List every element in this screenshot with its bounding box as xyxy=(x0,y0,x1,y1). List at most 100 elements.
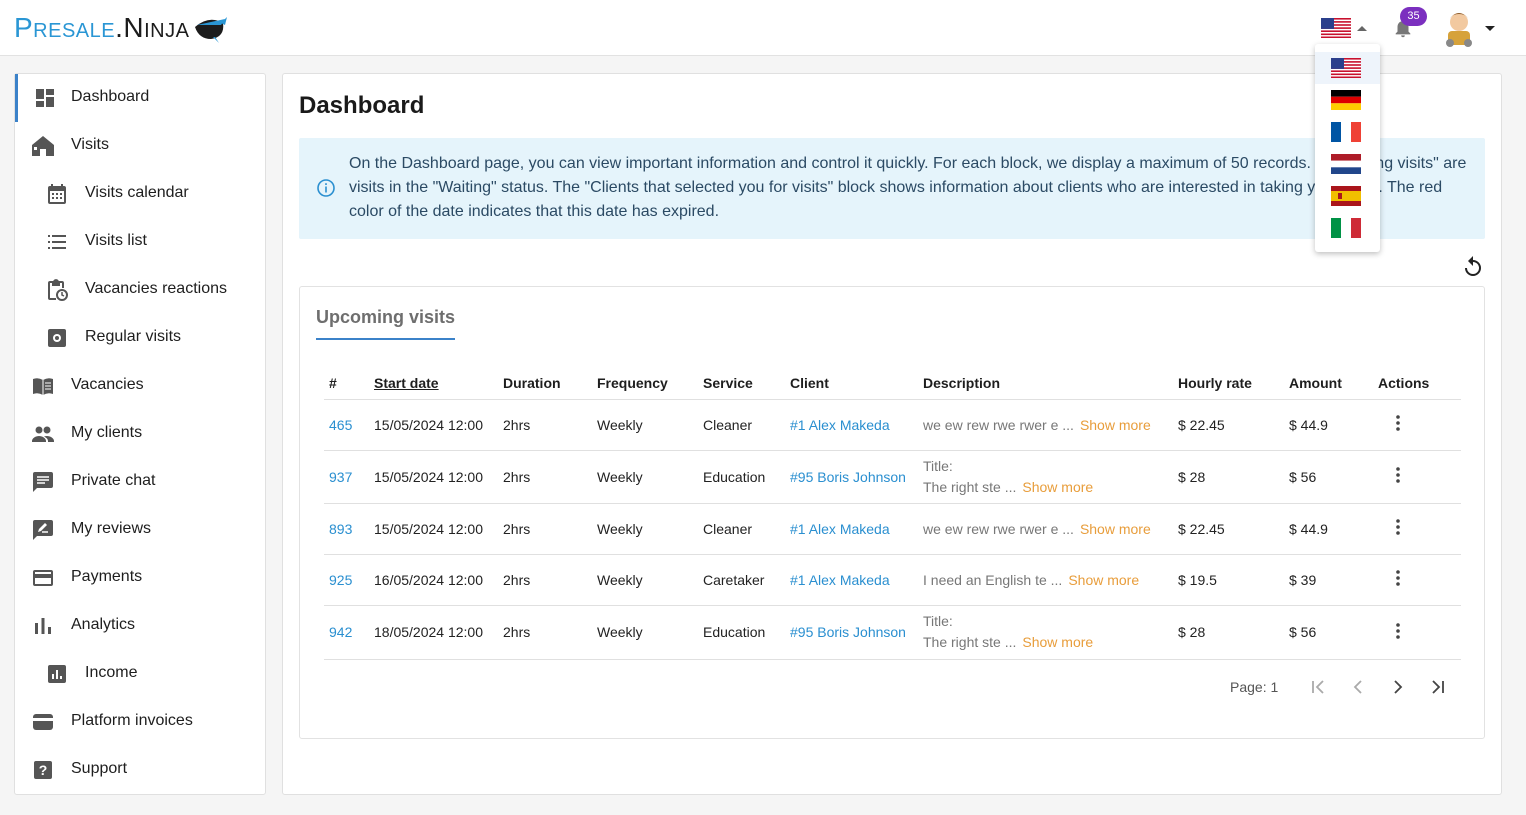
hourly-rate-cell: $ 28 xyxy=(1173,450,1284,504)
client-link[interactable]: #1 Alex Makeda xyxy=(785,503,918,555)
list-icon xyxy=(48,235,66,249)
amount-cell: $ 56 xyxy=(1284,450,1373,504)
start-date-cell: 16/05/2024 12:00 xyxy=(369,554,498,606)
previous-page-icon[interactable] xyxy=(1348,677,1368,697)
sidebar-item-visits-calendar[interactable]: Visits calendar xyxy=(15,170,265,218)
visit-id-link[interactable]: 465 xyxy=(324,399,369,451)
hourly-rate-cell: $ 22.45 xyxy=(1173,399,1284,451)
sidebar-item-label: Vacancies reactions xyxy=(85,280,227,297)
refresh-icon[interactable] xyxy=(1461,255,1485,279)
book-icon xyxy=(33,378,53,395)
duration-cell: 2hrs xyxy=(498,399,592,451)
table-header-row: # Start date Duration Frequency Service … xyxy=(324,367,1461,400)
bar-chart-icon xyxy=(35,618,51,634)
clipboard-clock-icon xyxy=(48,279,68,301)
language-option-de[interactable] xyxy=(1315,84,1380,116)
us-flag-icon xyxy=(1331,58,1361,78)
visit-id-link[interactable]: 893 xyxy=(324,503,369,555)
show-more-link[interactable]: Show more xyxy=(1022,634,1093,650)
description-title: Title: xyxy=(923,457,953,474)
sidebar-item-payments[interactable]: Payments xyxy=(15,554,265,602)
sidebar-item-regular-visits[interactable]: Regular visits xyxy=(15,314,265,362)
client-link[interactable]: #95 Boris Johnson xyxy=(785,450,918,504)
more-vert-icon[interactable] xyxy=(1388,568,1408,588)
sidebar-item-visits-list[interactable]: Visits list xyxy=(15,218,265,266)
table-row: 937 15/05/2024 12:00 2hrs Weekly Educati… xyxy=(324,450,1461,504)
actions-cell xyxy=(1373,450,1461,504)
sidebar-item-private-chat[interactable]: Private chat xyxy=(15,458,265,506)
more-vert-icon[interactable] xyxy=(1388,621,1408,641)
more-vert-icon[interactable] xyxy=(1388,413,1408,433)
sidebar-item-my-clients[interactable]: My clients xyxy=(15,410,265,458)
language-option-en[interactable] xyxy=(1315,52,1380,84)
client-link[interactable]: #95 Boris Johnson xyxy=(785,605,918,660)
column-header-service: Service xyxy=(698,367,785,400)
start-date-cell: 15/05/2024 12:00 xyxy=(369,450,498,504)
sidebar-item-label: Payments xyxy=(71,568,143,585)
avatar[interactable] xyxy=(1440,8,1478,48)
more-vert-icon[interactable] xyxy=(1388,465,1408,485)
description-cell: Title: The right ste ... Show more xyxy=(918,450,1173,504)
frequency-cell: Weekly xyxy=(592,503,698,555)
table-row: 925 16/05/2024 12:00 2hrs Weekly Caretak… xyxy=(324,554,1461,606)
visit-id-link[interactable]: 925 xyxy=(324,554,369,606)
more-vert-icon[interactable] xyxy=(1388,517,1408,537)
pagination: Page: 1 xyxy=(1230,672,1470,702)
logo[interactable]: Presale.Ninja xyxy=(14,8,228,48)
duration-cell: 2hrs xyxy=(498,605,592,660)
column-header-duration: Duration xyxy=(498,367,592,400)
actions-cell xyxy=(1373,399,1461,451)
start-date-cell: 15/05/2024 12:00 xyxy=(369,399,498,451)
language-option-es[interactable] xyxy=(1315,180,1380,212)
sidebar-item-support[interactable]: ? Support xyxy=(15,746,265,794)
column-header-amount: Amount xyxy=(1284,367,1373,400)
sidebar-item-vacancies-reactions[interactable]: Vacancies reactions xyxy=(15,266,265,314)
sidebar-item-label: My reviews xyxy=(71,520,152,537)
description-text: The right ste ... xyxy=(923,478,1017,495)
germany-flag-icon xyxy=(1331,90,1361,110)
last-page-icon[interactable] xyxy=(1428,677,1448,697)
sidebar-item-visits[interactable]: Visits xyxy=(15,122,265,170)
tab-upcoming-visits[interactable]: Upcoming visits xyxy=(316,307,456,340)
show-more-link[interactable]: Show more xyxy=(1080,417,1151,433)
gear-box-icon xyxy=(48,329,66,347)
us-flag-icon[interactable] xyxy=(1321,18,1351,38)
column-header-start-date[interactable]: Start date xyxy=(369,367,498,400)
show-more-link[interactable]: Show more xyxy=(1068,572,1139,588)
sidebar-item-label: Visits list xyxy=(85,232,147,249)
description-cell: we ew rew rwe rwer e ... Show more xyxy=(918,503,1173,555)
next-page-icon[interactable] xyxy=(1388,677,1408,697)
sidebar-item-platform-invoices[interactable]: Platform invoices xyxy=(15,698,265,746)
duration-cell: 2hrs xyxy=(498,450,592,504)
sidebar-item-analytics[interactable]: Analytics xyxy=(15,602,265,650)
client-link[interactable]: #1 Alex Makeda xyxy=(785,554,918,606)
account-caret-icon[interactable] xyxy=(1485,26,1495,31)
language-option-it[interactable] xyxy=(1315,212,1380,244)
sidebar-item-vacancies[interactable]: Vacancies xyxy=(15,362,265,410)
description-text: we ew rew rwe rwer e ... xyxy=(923,416,1074,433)
sidebar-item-label: Support xyxy=(71,760,128,777)
visit-id-link[interactable]: 942 xyxy=(324,605,369,660)
hourly-rate-cell: $ 19.5 xyxy=(1173,554,1284,606)
sidebar-item-income[interactable]: Income xyxy=(15,650,265,698)
sidebar-item-dashboard[interactable]: Dashboard xyxy=(15,74,265,122)
sidebar-item-my-reviews[interactable]: My reviews xyxy=(15,506,265,554)
show-more-link[interactable]: Show more xyxy=(1022,479,1093,495)
show-more-link[interactable]: Show more xyxy=(1080,521,1151,537)
sidebar-item-label: Regular visits xyxy=(85,328,182,345)
start-date-cell: 18/05/2024 12:00 xyxy=(369,605,498,660)
service-cell: Cleaner xyxy=(698,503,785,555)
language-option-nl[interactable] xyxy=(1315,148,1380,180)
language-menu xyxy=(1315,44,1380,252)
people-icon xyxy=(32,426,54,442)
first-page-icon[interactable] xyxy=(1308,677,1328,697)
income-chart-icon xyxy=(48,665,66,683)
language-option-fr[interactable] xyxy=(1315,116,1380,148)
visit-id-link[interactable]: 937 xyxy=(324,450,369,504)
column-header-actions: Actions xyxy=(1373,367,1461,400)
language-caret-icon[interactable] xyxy=(1357,26,1367,31)
client-link[interactable]: #1 Alex Makeda xyxy=(785,399,918,451)
chat-icon xyxy=(33,472,53,492)
amount-cell: $ 39 xyxy=(1284,554,1373,606)
actions-cell xyxy=(1373,503,1461,555)
